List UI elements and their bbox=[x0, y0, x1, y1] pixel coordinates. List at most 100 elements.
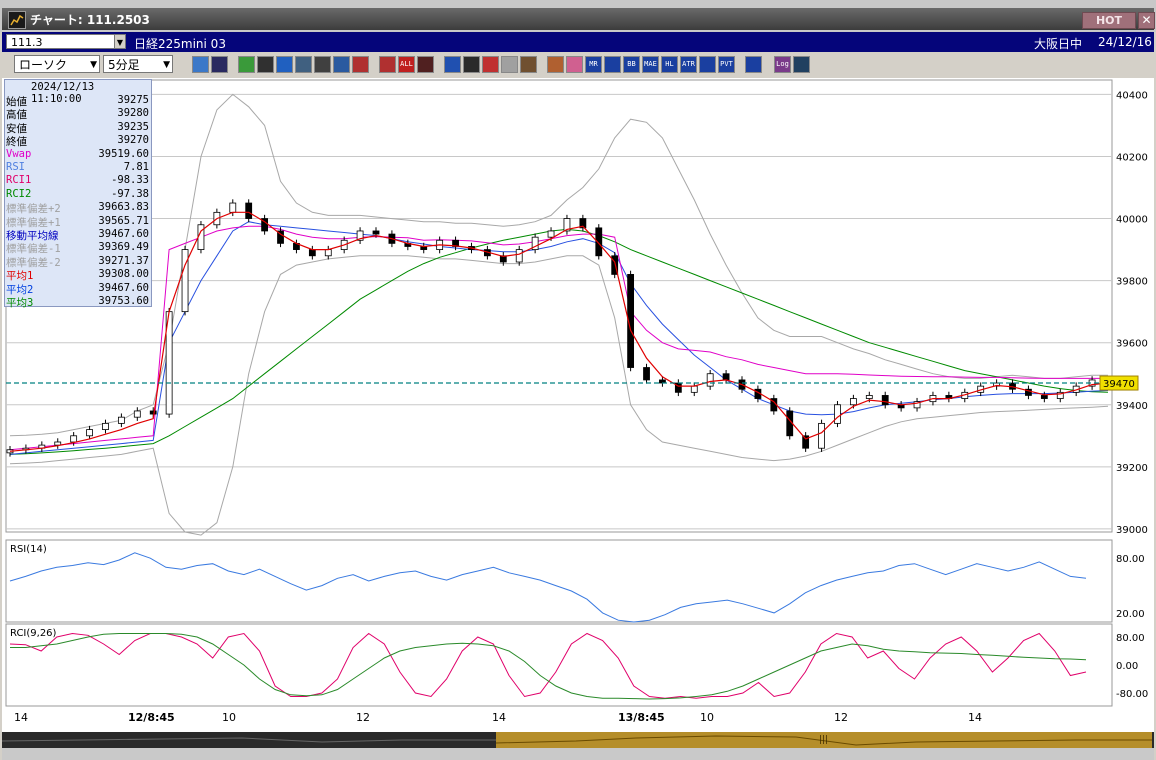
time-axis-label: 12 bbox=[356, 711, 370, 724]
candle-body bbox=[54, 441, 62, 446]
crosshair-icon[interactable] bbox=[211, 56, 228, 73]
time-scrollbar[interactable]: ||| bbox=[2, 732, 1154, 748]
legend-key: RCI1 bbox=[6, 174, 32, 187]
time-axis-label: 14 bbox=[14, 711, 28, 724]
symbol-code-field[interactable]: 111.3 bbox=[6, 34, 126, 49]
export-icon[interactable] bbox=[793, 56, 810, 73]
candle-body bbox=[133, 410, 141, 418]
bar-icon[interactable] bbox=[463, 56, 480, 73]
window-title: チャート: 111.2503 bbox=[30, 13, 150, 27]
legend-value: 39753.60 bbox=[98, 295, 149, 307]
page-icon[interactable] bbox=[314, 56, 331, 73]
candle-body bbox=[181, 249, 189, 313]
time-axis-label: 14 bbox=[968, 711, 982, 724]
legend-row: 移動平均線 39467.60 bbox=[5, 228, 151, 242]
candle-icon[interactable] bbox=[352, 56, 369, 73]
candle-body bbox=[372, 230, 380, 235]
price-tick-label: 39200 bbox=[1116, 463, 1148, 474]
candle-body bbox=[102, 422, 109, 430]
ohlc-legend-panel: 2024/12/13 11:10:00 始値 39275 高値 39280 安値 3923… bbox=[4, 79, 152, 309]
hot-button[interactable]: HOT bbox=[1082, 12, 1136, 29]
chart-app-icon bbox=[8, 11, 26, 29]
legend-key: RSI bbox=[6, 161, 25, 173]
legend-value: 39467.60 bbox=[98, 281, 149, 294]
candle-body bbox=[643, 367, 650, 381]
cursor-icon[interactable] bbox=[276, 56, 293, 73]
legend-row: 始値 39275 bbox=[5, 94, 151, 108]
candle-body bbox=[308, 249, 316, 257]
rsi-panel bbox=[5, 539, 1113, 623]
legend-value: 39280 bbox=[117, 107, 149, 120]
legend-row: 平均2 39467.60 bbox=[5, 281, 151, 296]
legend-row: 終値 39270 bbox=[5, 134, 151, 148]
price-tick-label: 40000 bbox=[1116, 215, 1148, 226]
legend-row: Vwap 39519.60 bbox=[5, 148, 151, 161]
color-icon[interactable] bbox=[566, 56, 583, 73]
trend-icon[interactable] bbox=[257, 56, 274, 73]
pvt-icon[interactable]: PVT bbox=[718, 56, 735, 73]
window-icon[interactable] bbox=[501, 56, 518, 73]
scale-icon[interactable] bbox=[482, 56, 499, 73]
chart-canvas[interactable]: 40400 40200 40000 39800 39600 39400 39200 39000… bbox=[2, 78, 1154, 732]
chart-type-value: ローソク bbox=[19, 58, 68, 72]
price-tick-label: 39800 bbox=[1116, 277, 1148, 288]
settings-icon[interactable] bbox=[520, 56, 537, 73]
legend-row: 平均3 39753.60 bbox=[5, 295, 151, 309]
marker-icon[interactable] bbox=[417, 56, 434, 73]
price-tick-label: 40400 bbox=[1116, 90, 1148, 101]
vol-icon[interactable]: MR bbox=[585, 56, 602, 73]
candle2-icon[interactable] bbox=[379, 56, 396, 73]
candle-body bbox=[70, 435, 78, 443]
legend-row: 安値 39235 bbox=[5, 120, 151, 135]
rci-tick-label: -80.00 bbox=[1116, 689, 1148, 700]
time-axis-label: 13/8:45 bbox=[618, 711, 665, 724]
time-axis-label: 14 bbox=[492, 711, 506, 724]
scrollbar-thumb[interactable]: ||| bbox=[496, 732, 1152, 748]
price-tick-label: 40200 bbox=[1116, 152, 1148, 163]
rci-tick-label: 0.00 bbox=[1116, 661, 1138, 672]
trash-icon[interactable] bbox=[333, 56, 350, 73]
all-icon[interactable]: ALL bbox=[398, 56, 415, 73]
atr-icon[interactable]: ATR bbox=[680, 56, 697, 73]
rsi-tick-label: 80.00 bbox=[1116, 554, 1145, 565]
zoom-icon[interactable] bbox=[192, 56, 209, 73]
price-tick-label: 39600 bbox=[1116, 339, 1148, 350]
mae-icon[interactable]: MAE bbox=[642, 56, 659, 73]
legend-row: 標準偏差+1 39565.71 bbox=[5, 215, 151, 229]
frame-icon[interactable] bbox=[745, 56, 762, 73]
legend-value: 39235 bbox=[117, 120, 149, 133]
candle-body bbox=[515, 249, 523, 263]
pen-icon[interactable] bbox=[238, 56, 255, 73]
tools-icon[interactable] bbox=[547, 56, 564, 73]
search-icon[interactable] bbox=[444, 56, 461, 73]
candle-body bbox=[86, 429, 93, 437]
price-tick-label: 39400 bbox=[1116, 401, 1148, 412]
rsi-tick-label: 20.00 bbox=[1116, 609, 1145, 620]
candle-body bbox=[197, 224, 205, 250]
candle-body bbox=[149, 410, 157, 415]
fill-icon[interactable] bbox=[295, 56, 312, 73]
chart-area[interactable]: 40400 40200 40000 39800 39600 39400 39200 39000… bbox=[2, 78, 1154, 732]
close-button[interactable]: ✕ bbox=[1138, 12, 1155, 29]
legend-row: 標準偏差-1 39369.49 bbox=[5, 241, 151, 255]
current-price-label: 39470 bbox=[1103, 379, 1135, 390]
interval-select[interactable]: 5分足 ▼ bbox=[103, 55, 173, 73]
bb-icon[interactable]: BB bbox=[623, 56, 640, 73]
symbol-infobar: 111.3 ▼ 日経225mini 03 大阪日中 24/12/16 bbox=[2, 32, 1154, 52]
candle-body bbox=[706, 373, 714, 387]
symbol-dropdown-button[interactable]: ▼ bbox=[114, 34, 126, 49]
candle-body bbox=[547, 230, 555, 238]
candle-body bbox=[849, 398, 857, 406]
rci-title: RCI(9,26) bbox=[10, 628, 57, 639]
ma-icon[interactable] bbox=[604, 56, 621, 73]
rci-icon[interactable] bbox=[699, 56, 716, 73]
legend-value: 39663.83 bbox=[98, 201, 149, 214]
candle-body bbox=[245, 202, 253, 219]
candle-body bbox=[818, 422, 825, 449]
hl-icon[interactable]: HL bbox=[661, 56, 678, 73]
session-label: 大阪日中 bbox=[1034, 37, 1083, 51]
interval-value: 5分足 bbox=[108, 58, 140, 72]
chart-type-select[interactable]: ローソク ▼ bbox=[14, 55, 100, 73]
candle-body bbox=[229, 202, 237, 213]
log-icon[interactable]: Log bbox=[774, 56, 791, 73]
